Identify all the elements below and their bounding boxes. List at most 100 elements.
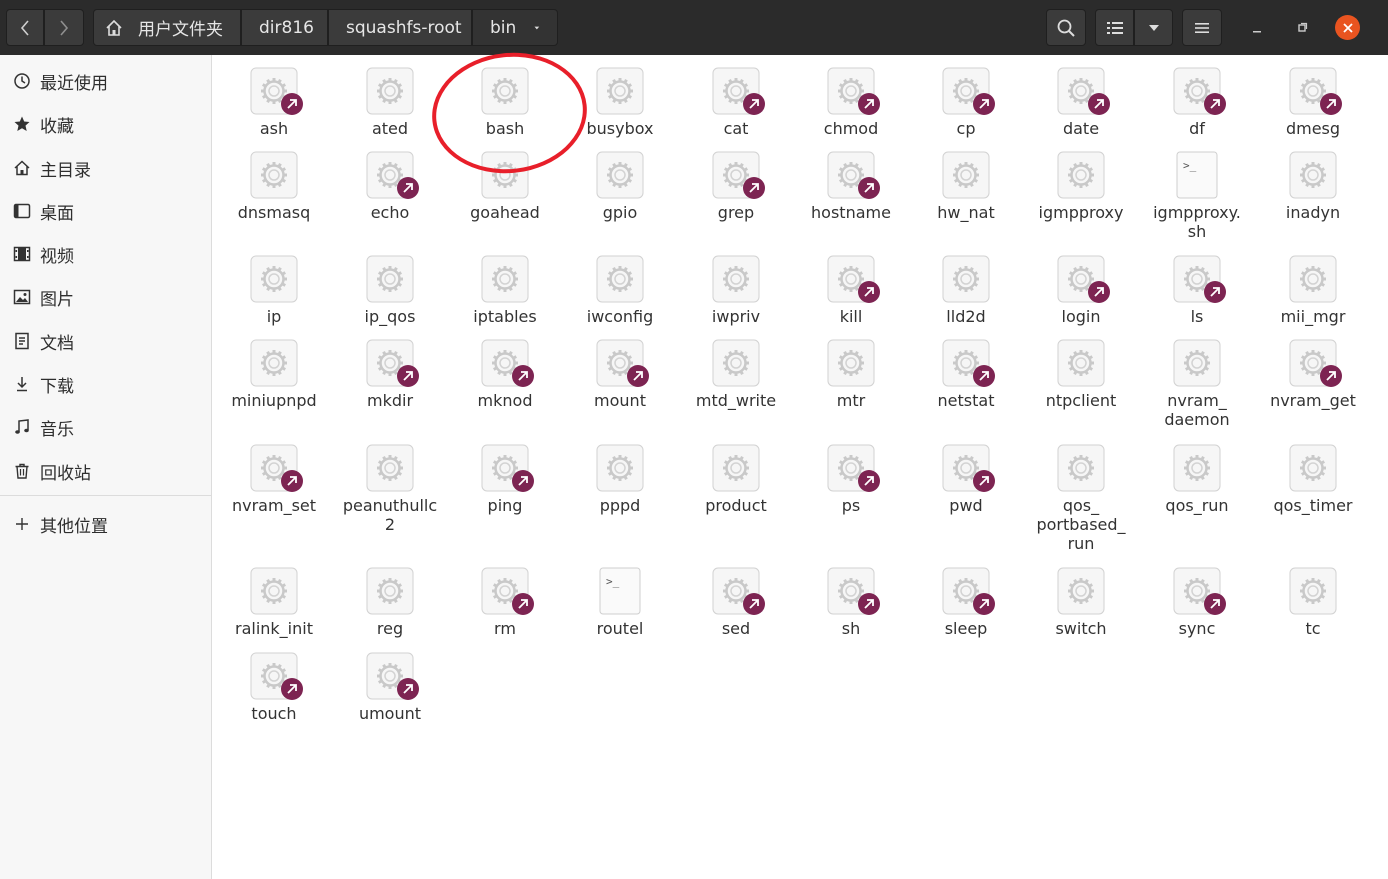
- file-item[interactable]: chmod: [795, 67, 907, 138]
- file-item[interactable]: qos_timer: [1257, 444, 1369, 515]
- sidebar-item-desktop[interactable]: 桌面: [0, 191, 211, 231]
- sidebar-item-starred[interactable]: 收藏: [0, 104, 211, 144]
- file-item[interactable]: product: [680, 444, 792, 515]
- sidebar-item-label: 主目录: [40, 160, 91, 181]
- search-button[interactable]: [1046, 9, 1086, 46]
- file-item[interactable]: touch: [218, 652, 330, 723]
- file-item[interactable]: dmesg: [1257, 67, 1369, 138]
- file-item[interactable]: dnsmasq: [218, 151, 330, 222]
- file-item[interactable]: umount: [334, 652, 446, 723]
- file-name: igmpproxy. sh: [1153, 203, 1241, 241]
- file-item[interactable]: sleep: [910, 567, 1022, 638]
- breadcrumb-squashfs-root[interactable]: squashfs-root: [328, 9, 472, 46]
- sidebar-item-label: 下载: [40, 376, 74, 397]
- file-item[interactable]: lld2d: [910, 255, 1022, 326]
- file-item[interactable]: ip_qos: [334, 255, 446, 326]
- file-item[interactable]: sync: [1141, 567, 1253, 638]
- breadcrumb-dir816[interactable]: dir816: [241, 9, 328, 46]
- file-item[interactable]: nvram_set: [218, 444, 330, 515]
- file-item[interactable]: iptables: [449, 255, 561, 326]
- file-item[interactable]: sed: [680, 567, 792, 638]
- file-item[interactable]: >_ routel: [564, 567, 676, 638]
- file-item[interactable]: ated: [334, 67, 446, 138]
- file-item[interactable]: nvram_ daemon: [1141, 339, 1253, 429]
- file-item[interactable]: ps: [795, 444, 907, 515]
- sidebar-item-recent[interactable]: 最近使用: [0, 61, 211, 101]
- file-item[interactable]: date: [1025, 67, 1137, 138]
- file-item[interactable]: tc: [1257, 567, 1369, 638]
- close-button[interactable]: [1335, 15, 1360, 40]
- file-item[interactable]: hostname: [795, 151, 907, 222]
- file-item[interactable]: miniupnpd: [218, 339, 330, 410]
- file-item[interactable]: ls: [1141, 255, 1253, 326]
- file-name: rm: [494, 619, 516, 638]
- file-item[interactable]: mkdir: [334, 339, 446, 410]
- breadcrumb-home[interactable]: 用户文件夹: [93, 9, 241, 46]
- file-name: nvram_ daemon: [1164, 391, 1230, 429]
- file-item[interactable]: netstat: [910, 339, 1022, 410]
- sidebar-item-music[interactable]: 音乐: [0, 407, 211, 447]
- file-item[interactable]: rm: [449, 567, 561, 638]
- file-name: ntpclient: [1045, 391, 1117, 410]
- file-item[interactable]: iwconfig: [564, 255, 676, 326]
- sidebar-item-downloads[interactable]: 下载: [0, 364, 211, 404]
- file-item[interactable]: mii_mgr: [1257, 255, 1369, 326]
- file-item[interactable]: ping: [449, 444, 561, 515]
- file-item[interactable]: igmpproxy: [1025, 151, 1137, 222]
- file-item[interactable]: df: [1141, 67, 1253, 138]
- file-item[interactable]: ip: [218, 255, 330, 326]
- file-item[interactable]: nvram_get: [1257, 339, 1369, 410]
- file-item[interactable]: kill: [795, 255, 907, 326]
- file-item[interactable]: peanuthullc 2: [334, 444, 446, 534]
- file-item[interactable]: hw_nat: [910, 151, 1022, 222]
- sidebar-item-trash[interactable]: 回收站: [0, 451, 211, 491]
- file-item[interactable]: qos_ portbased_ run: [1025, 444, 1137, 553]
- file-item[interactable]: gpio: [564, 151, 676, 222]
- file-item[interactable]: iwpriv: [680, 255, 792, 326]
- file-item[interactable]: qos_run: [1141, 444, 1253, 515]
- sidebar-item-home[interactable]: 主目录: [0, 148, 211, 188]
- file-item[interactable]: switch: [1025, 567, 1137, 638]
- file-name: ralink_init: [235, 619, 313, 638]
- maximize-button[interactable]: [1292, 18, 1312, 38]
- file-item[interactable]: mknod: [449, 339, 561, 410]
- executable-file-icon: [366, 567, 414, 615]
- minimize-button[interactable]: [1247, 18, 1267, 38]
- file-item[interactable]: sh: [795, 567, 907, 638]
- breadcrumb-bin[interactable]: bin: [472, 9, 558, 46]
- view-mode-button[interactable]: [1095, 9, 1134, 46]
- file-item[interactable]: mount: [564, 339, 676, 410]
- chevron-left-icon: [20, 19, 29, 36]
- file-item[interactable]: ntpclient: [1025, 339, 1137, 410]
- file-item[interactable]: echo: [334, 151, 446, 222]
- file-item[interactable]: grep: [680, 151, 792, 222]
- view-options-button[interactable]: [1134, 9, 1173, 46]
- file-item[interactable]: reg: [334, 567, 446, 638]
- file-name: peanuthullc 2: [342, 496, 438, 534]
- file-item[interactable]: cp: [910, 67, 1022, 138]
- executable-file-icon: [1173, 339, 1221, 387]
- close-icon: [1342, 22, 1353, 33]
- symlink-badge-icon: [512, 593, 534, 615]
- file-item[interactable]: mtr: [795, 339, 907, 410]
- file-item[interactable]: ralink_init: [218, 567, 330, 638]
- sidebar-item-videos[interactable]: 视频: [0, 234, 211, 274]
- file-item[interactable]: login: [1025, 255, 1137, 326]
- file-item[interactable]: pwd: [910, 444, 1022, 515]
- scrollbar[interactable]: [1375, 55, 1388, 879]
- file-item[interactable]: >_ igmpproxy. sh: [1141, 151, 1253, 241]
- back-button[interactable]: [6, 9, 44, 46]
- file-item[interactable]: ash: [218, 67, 330, 138]
- file-item[interactable]: cat: [680, 67, 792, 138]
- forward-button[interactable]: [44, 9, 84, 46]
- symlink-badge-icon: [858, 281, 880, 303]
- file-item[interactable]: pppd: [564, 444, 676, 515]
- file-item[interactable]: inadyn: [1257, 151, 1369, 222]
- sidebar-item-pictures[interactable]: 图片: [0, 277, 211, 317]
- menu-button[interactable]: [1182, 9, 1222, 46]
- file-name: iwconfig: [586, 307, 654, 326]
- file-item[interactable]: mtd_write: [680, 339, 792, 410]
- svg-text:>_: >_: [1183, 159, 1197, 172]
- sidebar-item-other-locations[interactable]: 其他位置: [0, 504, 211, 544]
- sidebar-item-documents[interactable]: 文档: [0, 321, 211, 361]
